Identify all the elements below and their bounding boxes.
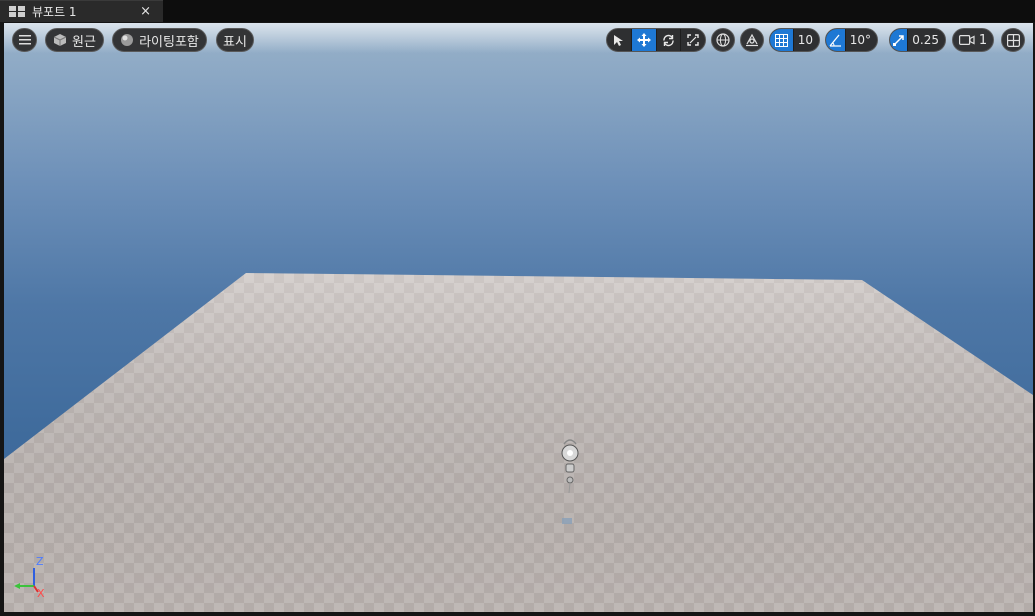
tab-bar: 뷰포트 1 × bbox=[0, 0, 1035, 22]
scale-tool-button[interactable] bbox=[680, 29, 705, 51]
rotation-snap-toggle[interactable] bbox=[826, 29, 845, 51]
lit-sphere-icon bbox=[121, 34, 134, 46]
axis-gizmo bbox=[14, 568, 39, 593]
scale-icon bbox=[687, 34, 699, 46]
angle-icon bbox=[829, 34, 841, 47]
scale-snap-toggle[interactable] bbox=[890, 29, 908, 51]
lighting-label: 라이팅포함 bbox=[139, 34, 199, 50]
viewport-layout-icon bbox=[9, 6, 25, 17]
close-icon[interactable]: × bbox=[140, 4, 151, 19]
scale-snap-value[interactable]: 0.25 bbox=[907, 29, 945, 51]
level-viewport[interactable]: 원근 라이팅포함 표시 10 10° 0.25 1 Z X bbox=[4, 23, 1033, 612]
camera-icon bbox=[958, 35, 975, 46]
rotation-snap-group: 10° bbox=[825, 28, 878, 52]
show-label: 표시 bbox=[223, 34, 247, 50]
layout-icon bbox=[1006, 33, 1020, 47]
player-start-actor[interactable] bbox=[556, 433, 586, 533]
perspective-button[interactable]: 원근 bbox=[45, 28, 104, 52]
scale-arrow-icon bbox=[893, 34, 904, 46]
grid-snap-group: 10 bbox=[769, 28, 820, 52]
hamburger-menu-icon bbox=[18, 35, 31, 45]
tab-label: 뷰포트 1 bbox=[32, 5, 77, 19]
surface-snapping-button[interactable] bbox=[740, 28, 764, 52]
coordinate-system-button[interactable] bbox=[711, 28, 735, 52]
camera-speed-value: 1 bbox=[978, 32, 988, 48]
floor-plane bbox=[4, 273, 1033, 612]
translate-tool-button[interactable] bbox=[630, 29, 656, 51]
axis-z-label: Z bbox=[36, 555, 44, 568]
viewport-layout-button[interactable] bbox=[1001, 28, 1025, 52]
rotation-snap-value[interactable]: 10° bbox=[844, 29, 877, 51]
camera-speed-button[interactable]: 1 bbox=[952, 28, 994, 52]
move-arrows-icon bbox=[636, 33, 651, 47]
grid-snap-toggle[interactable] bbox=[770, 29, 793, 51]
cube-icon bbox=[53, 34, 67, 46]
surface-snap-icon bbox=[746, 33, 758, 47]
rotate-icon bbox=[663, 34, 674, 46]
rotate-tool-button[interactable] bbox=[655, 29, 681, 51]
grid-snap-value[interactable]: 10 bbox=[792, 29, 819, 51]
transform-tools-group bbox=[606, 28, 706, 52]
lighting-mode-button[interactable]: 라이팅포함 bbox=[112, 28, 207, 52]
axis-x-label: X bbox=[37, 587, 45, 600]
tab-viewport-1[interactable]: 뷰포트 1 × bbox=[0, 0, 163, 22]
globe-icon bbox=[716, 33, 730, 47]
viewport-menu-button[interactable] bbox=[12, 28, 37, 52]
grid-icon bbox=[774, 33, 788, 47]
perspective-label: 원근 bbox=[72, 34, 96, 50]
show-button[interactable]: 표시 bbox=[216, 28, 254, 52]
select-tool-button[interactable] bbox=[607, 29, 631, 51]
cursor-arrow-icon bbox=[614, 34, 624, 46]
scale-snap-group: 0.25 bbox=[889, 28, 946, 52]
